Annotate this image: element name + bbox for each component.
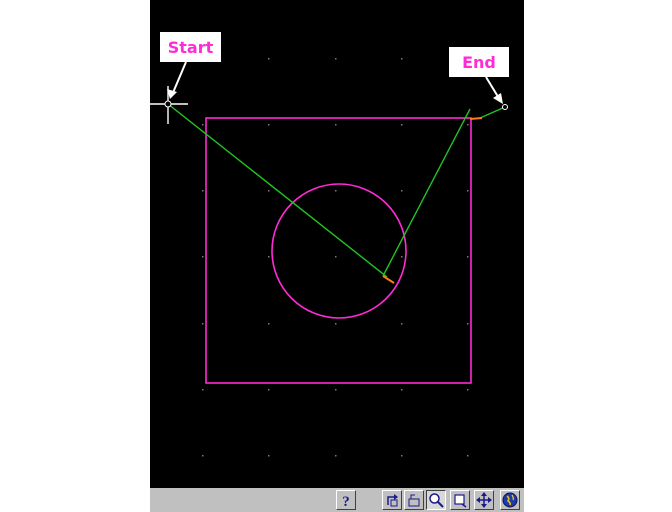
- grid-dot: [268, 256, 270, 258]
- pan-icon: [476, 492, 492, 508]
- grid-dot: [401, 58, 403, 60]
- help-icon: ?: [342, 494, 350, 508]
- grid-dot: [268, 124, 270, 126]
- redraw-icon: [387, 494, 398, 507]
- grid-dot: [268, 58, 270, 60]
- zoom-button[interactable]: [426, 490, 446, 510]
- start-label: Start: [160, 32, 221, 62]
- grid-dot: [335, 256, 337, 258]
- grid-dot: [202, 190, 204, 192]
- boundary-rectangle: [205, 117, 472, 384]
- grid-dot: [268, 323, 270, 325]
- grid-dot: [335, 455, 337, 457]
- lead-out-mark: [469, 117, 483, 120]
- end-label: End: [449, 47, 509, 77]
- grid-dot: [268, 389, 270, 391]
- grid-dot: [202, 124, 204, 126]
- toolpath-exit-segment: [479, 106, 506, 119]
- start-arrow: [167, 61, 187, 99]
- hole-circle: [271, 183, 407, 319]
- drawing-canvas[interactable]: Start End: [150, 0, 524, 490]
- help-button[interactable]: ?: [336, 490, 356, 510]
- redraw-button[interactable]: [382, 490, 402, 510]
- grid-dot: [401, 256, 403, 258]
- grid-dot: [202, 455, 204, 457]
- zoom-window-button[interactable]: [450, 490, 470, 510]
- grid-dot: [467, 455, 469, 457]
- grid-dot: [335, 190, 337, 192]
- grid-dot: [467, 190, 469, 192]
- grid-dot: [202, 323, 204, 325]
- grid-dot: [401, 124, 403, 126]
- grid-dot: [335, 389, 337, 391]
- grid-dot: [401, 455, 403, 457]
- grid-dot: [467, 389, 469, 391]
- grid-dot: [467, 256, 469, 258]
- grid-dot: [401, 389, 403, 391]
- grid-dot: [268, 190, 270, 192]
- zoom-previous-icon: [408, 494, 420, 507]
- grid-dot: [335, 124, 337, 126]
- end-arrow: [485, 76, 503, 104]
- zoom-window-icon: [454, 494, 467, 508]
- grid-dot: [202, 389, 204, 391]
- grid-dot: [401, 190, 403, 192]
- lead-in-mark: [382, 275, 395, 284]
- view-3d-button[interactable]: [500, 490, 520, 510]
- svg-text:?: ?: [342, 494, 350, 508]
- grid-dot: [268, 455, 270, 457]
- view-toolbar: ?: [150, 488, 524, 512]
- grid-dot: [401, 323, 403, 325]
- end-point-marker: [502, 104, 508, 110]
- grid-dot: [202, 256, 204, 258]
- globe-icon: [502, 492, 518, 508]
- pan-button[interactable]: [474, 490, 494, 510]
- zoom-previous-button[interactable]: [404, 490, 424, 510]
- grid-dot: [335, 58, 337, 60]
- grid-dot: [335, 323, 337, 325]
- grid-dot: [467, 323, 469, 325]
- zoom-icon: [429, 493, 444, 508]
- toolpath-end-segment: [382, 108, 471, 277]
- toolpath-start-segment: [167, 103, 388, 278]
- grid-dot: [467, 124, 469, 126]
